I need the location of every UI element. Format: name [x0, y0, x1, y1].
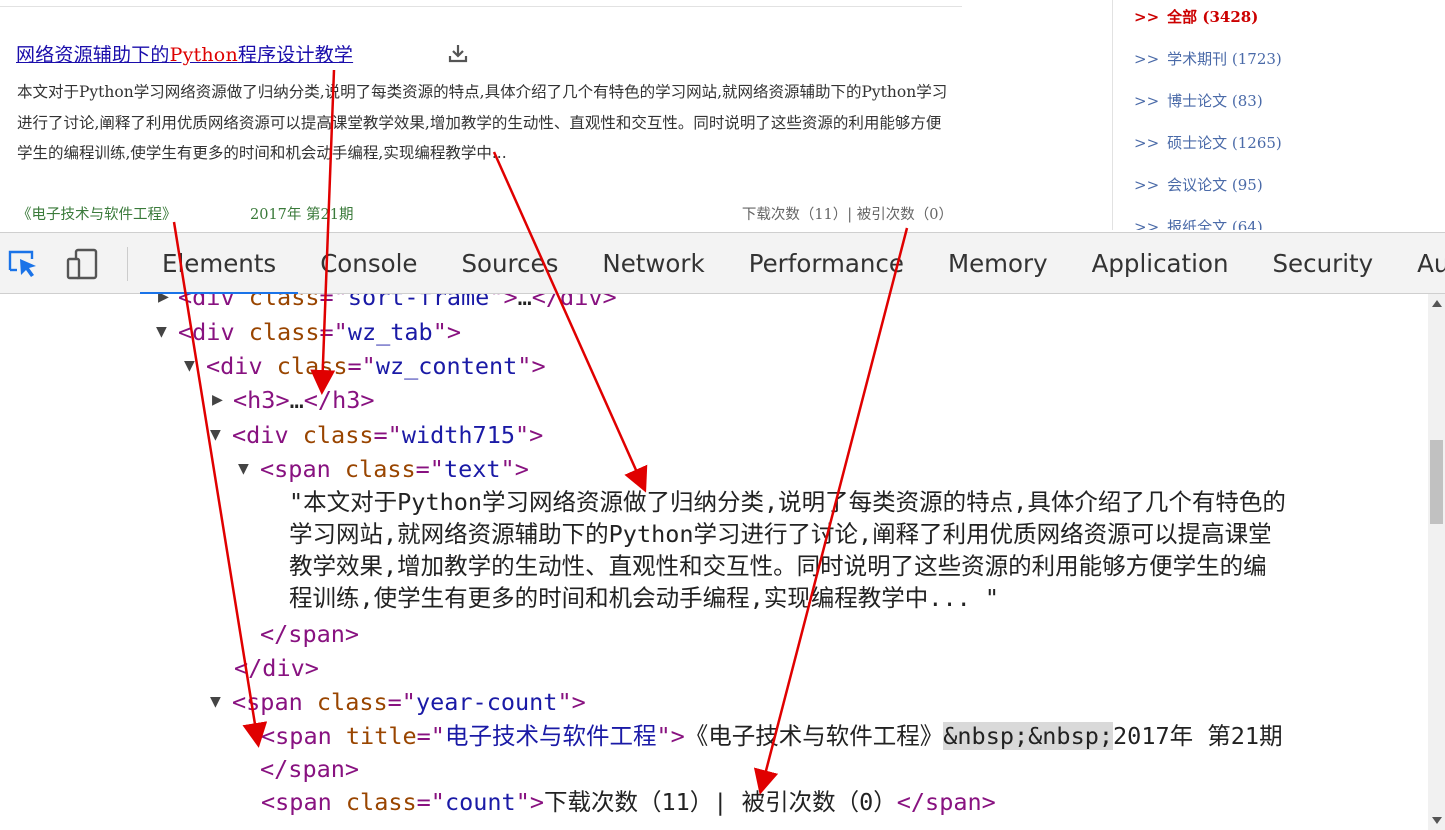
category-item-journals[interactable]: >> 学术期刊 (1723) — [1134, 42, 1282, 84]
toolbar-separator — [127, 247, 128, 281]
nbsp-entity: &nbsp;&nbsp; — [943, 722, 1114, 750]
collapse-triangle-icon[interactable]: ▼ — [238, 452, 249, 486]
tab-security[interactable]: Security — [1251, 233, 1396, 295]
tree-node-close-div[interactable]: </div> — [234, 651, 319, 685]
inspect-element-icon[interactable] — [6, 247, 40, 281]
tree-node-sort-frame[interactable]: ▶ <div class="sort-frame">…</div> — [158, 294, 617, 314]
tab-memory[interactable]: Memory — [926, 233, 1070, 295]
text-node-line: 学习网站,就网络资源辅助下的Python学习进行了讨论,阐释了利用优质网络资源可… — [289, 520, 1272, 548]
collapse-triangle-icon[interactable]: ▼ — [184, 349, 195, 383]
tab-console[interactable]: Console — [298, 233, 439, 295]
expand-triangle-icon[interactable]: ▶ — [212, 383, 223, 417]
category-item-newspaper[interactable]: >> 报纸全文 (64) — [1134, 210, 1282, 230]
category-item-phd[interactable]: >> 博士论文 (83) — [1134, 84, 1282, 126]
scrollbar-thumb[interactable] — [1430, 440, 1443, 524]
tree-node-close-span-2[interactable]: </span> — [260, 752, 359, 786]
devtools-toolbar: Elements Console Sources Network Perform… — [0, 232, 1445, 295]
sidebar-divider — [1112, 0, 1113, 230]
tab-network[interactable]: Network — [580, 233, 726, 295]
device-toolbar-icon[interactable] — [66, 247, 100, 281]
collapse-triangle-icon[interactable]: ▼ — [156, 315, 167, 349]
collapse-triangle-icon[interactable]: ▼ — [210, 685, 221, 719]
category-list: >> 全部 (3428) >> 学术期刊 (1723) >> 博士论文 (83) >>… — [1134, 0, 1282, 230]
elements-tree: ▶ <div class="sort-frame">…</div> ▼ <div… — [0, 294, 1428, 830]
divider — [0, 6, 962, 7]
title-keyword: Python — [169, 44, 238, 66]
tab-elements[interactable]: Elements — [140, 233, 299, 295]
category-item-master[interactable]: >> 硕士论文 (1265) — [1134, 126, 1282, 168]
download-cite-counts: 下载次数（11）| 被引次数（0） — [741, 207, 953, 223]
expand-triangle-icon[interactable]: ▶ — [158, 294, 169, 314]
text-node-line: "本文对于Python学习网络资源做了归纳分类,说明了每类资源的特点,具体介绍了… — [289, 488, 1286, 516]
tab-performance[interactable]: Performance — [727, 233, 926, 295]
vertical-scrollbar[interactable] — [1428, 294, 1445, 830]
text-node-line: 教学效果,增加教学的生动性、直观性和交互性。同时说明了这些资源的利用能够方便学生… — [289, 552, 1267, 580]
tree-node-close-span[interactable]: </span> — [260, 617, 359, 651]
tree-node-wz-content[interactable]: ▼ <div class="wz_content"> — [184, 349, 546, 383]
category-item-conference[interactable]: >> 会议论文 (95) — [1134, 168, 1282, 210]
text-node-line: 程训练,使学生有更多的时间和机会动手编程,实现编程教学中... " — [289, 584, 1000, 612]
article-title-link[interactable]: 网络资源辅助下的Python程序设计教学 — [16, 40, 353, 67]
scroll-up-icon[interactable] — [1432, 300, 1442, 307]
tab-sources[interactable]: Sources — [439, 233, 580, 295]
devtools-tabs: Elements Console Sources Network Perform… — [140, 233, 1445, 295]
title-prefix: 网络资源辅助下的 — [16, 44, 170, 66]
tree-node-wz-tab[interactable]: ▼ <div class="wz_tab"> — [156, 315, 461, 349]
article-abstract: 本文对于Python学习网络资源做了归纳分类,说明了每类资源的特点,具体介绍了几… — [17, 83, 948, 162]
download-icon[interactable] — [446, 42, 470, 64]
tree-node-year-count[interactable]: ▼ <span class="year-count"> — [210, 685, 586, 719]
scroll-down-icon[interactable] — [1432, 817, 1442, 824]
journal-link[interactable]: 《电子技术与软件工程》 — [17, 203, 177, 224]
web-page: 网络资源辅助下的Python程序设计教学 本文对于Python学习网络资源做了归… — [0, 0, 1445, 230]
tree-node-count-span[interactable]: <span class="count">下载次数（11）| 被引次数（0）</s… — [261, 785, 996, 819]
tree-node-width715[interactable]: ▼ <div class="width715"> — [210, 418, 543, 452]
tab-application[interactable]: Application — [1070, 233, 1251, 295]
tree-node-text-span[interactable]: ▼ <span class="text"> — [238, 452, 529, 486]
tree-node-title-span[interactable]: <span title="电子技术与软件工程">《电子技术与软件工程》&nbsp… — [261, 719, 1283, 753]
tree-node-h3[interactable]: ▶ <h3>…</h3> — [212, 383, 375, 417]
collapse-triangle-icon[interactable]: ▼ — [210, 418, 221, 452]
year-issue: 2017年 第21期 — [250, 207, 354, 223]
category-item-all[interactable]: >> 全部 (3428) — [1134, 0, 1282, 42]
title-suffix: 程序设计教学 — [237, 44, 354, 66]
tab-audits[interactable]: Aud — [1395, 233, 1445, 295]
